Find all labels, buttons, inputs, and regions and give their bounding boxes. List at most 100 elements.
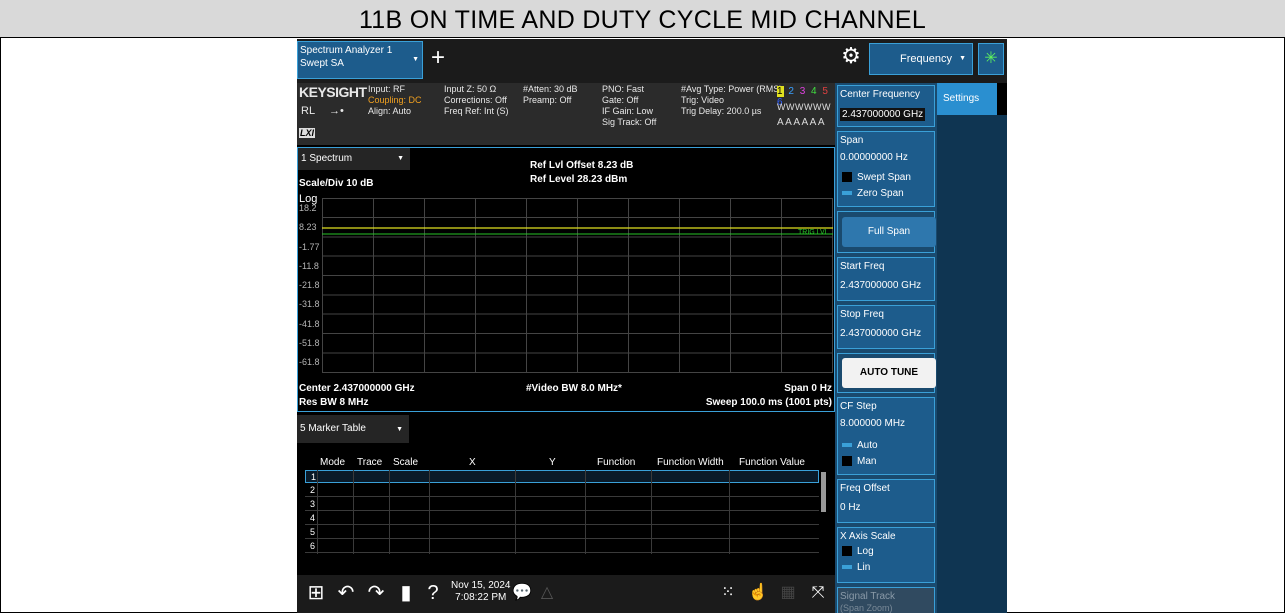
frequency-menu-label: Frequency bbox=[900, 53, 952, 65]
tab-settings[interactable]: Settings bbox=[937, 83, 997, 115]
span-value: 0.00000000 Hz bbox=[840, 152, 908, 163]
cf-step-label: CF Step bbox=[840, 401, 877, 412]
softkey-cf-step[interactable]: CF Step 8.000000 MHz Auto Man bbox=[837, 397, 935, 475]
trace-plot[interactable] bbox=[322, 198, 833, 373]
busy-spinner-icon[interactable]: ✳ bbox=[978, 43, 1004, 75]
marker-table-label: 5 Marker Table bbox=[300, 423, 366, 434]
status-pno: PNO: Fast bbox=[602, 84, 645, 94]
marker-table-window[interactable]: 5 Marker Table ▼ Mode Trace Scale X Y Fu… bbox=[297, 413, 835, 575]
y-tick-label: -51.8 bbox=[299, 338, 320, 348]
status-col-atten: #Atten: 30 dB Preamp: Off bbox=[523, 84, 578, 106]
softkey-span[interactable]: Span 0.00000000 Hz Swept Span Zero Span bbox=[837, 131, 935, 207]
video-bw-readout: #Video BW 8.0 MHz* bbox=[526, 383, 622, 394]
softkey-stop-freq[interactable]: Stop Freq 2.437000000 GHz bbox=[837, 305, 935, 349]
x-axis-scale-label: X Axis Scale bbox=[840, 531, 896, 542]
chevron-down-icon: ▼ bbox=[397, 155, 404, 162]
trace-types: WWWWWW bbox=[777, 102, 831, 112]
touch-icon[interactable]: ☝ bbox=[745, 579, 771, 609]
keypad-icon[interactable]: ⁙ bbox=[715, 579, 741, 609]
radio-off-icon bbox=[842, 172, 852, 183]
softkey-auto-tune-frame: AUTO TUNE bbox=[837, 353, 936, 393]
app-tab-mode: Swept SA bbox=[300, 58, 344, 69]
softkey-center-frequency[interactable]: Center Frequency 2.437000000 GHz bbox=[837, 85, 935, 127]
maximize-icon[interactable]: ⤧ bbox=[805, 579, 831, 609]
gear-icon[interactable]: ⚙ bbox=[839, 43, 863, 71]
status-col-corrections: Input Z: 50 Ω Corrections: Off Freq Ref:… bbox=[444, 84, 509, 117]
spectrum-window-label: 1 Spectrum bbox=[301, 153, 353, 164]
y-tick-label: 8.23 bbox=[299, 222, 317, 232]
plot-grid bbox=[322, 198, 833, 373]
trace-2[interactable]: 2 bbox=[788, 86, 795, 97]
spectrum-window[interactable]: 1 Spectrum ▼ Ref Lvl Offset 8.23 dB Ref … bbox=[297, 147, 835, 412]
zero-span-option[interactable]: Zero Span bbox=[842, 188, 904, 199]
status-coupling: Coupling: DC bbox=[368, 95, 422, 105]
full-span-button[interactable]: Full Span bbox=[842, 217, 936, 247]
undo-icon[interactable]: ↶ bbox=[333, 579, 359, 609]
cf-step-man-option[interactable]: Man bbox=[842, 456, 876, 467]
chevron-down-icon: ▼ bbox=[412, 56, 419, 63]
trace-1[interactable]: 1 bbox=[777, 86, 784, 97]
rl-indicator: RL bbox=[301, 105, 316, 117]
x-axis-lin-option[interactable]: Lin bbox=[842, 562, 870, 573]
res-bw-readout: Res BW 8 MHz bbox=[299, 397, 369, 408]
softkey-panel: Center Frequency 2.437000000 GHz Span 0.… bbox=[835, 83, 937, 613]
status-panel: KEYSIGHT RL →• LXI Input: RF Coupling: D… bbox=[297, 83, 837, 145]
right-menu-strip bbox=[937, 115, 1007, 613]
trigger-level-label: TRIG LVL bbox=[798, 229, 829, 236]
add-screen-button[interactable]: + bbox=[427, 46, 449, 72]
col-trace: Trace bbox=[357, 457, 383, 468]
start-freq-value: 2.437000000 GHz bbox=[840, 280, 922, 291]
status-col-input: Input: RF Coupling: DC Align: Auto bbox=[368, 84, 422, 117]
multi-window-icon[interactable]: ▦ bbox=[775, 579, 801, 609]
signal-track-label: Signal Track bbox=[840, 591, 896, 602]
redo-icon[interactable]: ↷ bbox=[363, 579, 389, 609]
y-tick-label: 18.2 bbox=[299, 203, 317, 213]
status-avg-type: #Avg Type: Power (RMS) bbox=[681, 84, 783, 94]
col-x: X bbox=[469, 457, 476, 468]
cf-step-auto-option[interactable]: Auto bbox=[842, 440, 878, 451]
x-axis-log-label: Log bbox=[857, 546, 874, 557]
radio-on-icon bbox=[842, 565, 852, 570]
softkey-start-freq[interactable]: Start Freq 2.437000000 GHz bbox=[837, 257, 935, 301]
spectrum-window-selector[interactable]: 1 Spectrum ▼ bbox=[298, 148, 410, 170]
swept-span-option[interactable]: Swept Span bbox=[842, 172, 911, 183]
auto-tune-button[interactable]: AUTO TUNE bbox=[842, 358, 936, 388]
status-freq-ref: Freq Ref: Int (S) bbox=[444, 106, 509, 116]
y-tick-label: -61.8 bbox=[299, 357, 320, 367]
status-gate: Gate: Off bbox=[602, 95, 639, 105]
y-tick-label: -21.8 bbox=[299, 280, 320, 290]
taskbar: ⊞ ↶ ↷ ▮ ? Nov 15, 2024 7:08:22 PM 💬 △ ⁙ … bbox=[297, 575, 835, 613]
keysight-logo: KEYSIGHT bbox=[299, 84, 367, 100]
trace-3[interactable]: 3 bbox=[800, 86, 807, 97]
trace-5[interactable]: 5 bbox=[822, 86, 829, 97]
sweep-readout: Sweep 100.0 ms (1001 pts) bbox=[705, 397, 832, 408]
marker-table-selector[interactable]: 5 Marker Table ▼ bbox=[297, 415, 409, 443]
col-mode: Mode bbox=[320, 457, 346, 468]
trace-4[interactable]: 4 bbox=[811, 86, 818, 97]
frequency-menu-button[interactable]: Frequency ▼ bbox=[869, 43, 973, 75]
app-tab-title: Spectrum Analyzer 1 bbox=[300, 45, 393, 56]
x-axis-log-option[interactable]: Log bbox=[842, 546, 874, 557]
message-icon[interactable]: 💬 bbox=[511, 579, 533, 609]
page-title: 11B ON TIME AND DUTY CYCLE MID CHANNEL bbox=[0, 0, 1285, 38]
taskbar-time: 7:08:22 PM bbox=[455, 592, 507, 603]
chevron-down-icon: ▼ bbox=[396, 426, 403, 433]
start-freq-label: Start Freq bbox=[840, 261, 885, 272]
app-tab[interactable]: Spectrum Analyzer 1 Swept SA ▼ bbox=[297, 41, 423, 79]
marker-table-body: 1 2 3 4 5 6 bbox=[305, 470, 826, 560]
y-tick-label: -31.8 bbox=[299, 299, 320, 309]
signal-track-sub: (Span Zoom) bbox=[840, 603, 893, 613]
cf-step-man-label: Man bbox=[857, 456, 877, 467]
table-scrollbar[interactable] bbox=[821, 472, 826, 512]
windows-icon[interactable]: ⊞ bbox=[303, 579, 329, 609]
center-frequency-value[interactable]: 2.437000000 GHz bbox=[840, 108, 926, 121]
col-scale: Scale bbox=[393, 457, 419, 468]
softkey-freq-offset[interactable]: Freq Offset 0 Hz bbox=[837, 479, 935, 523]
y-tick-label: -41.8 bbox=[299, 319, 320, 329]
stop-freq-value: 2.437000000 GHz bbox=[840, 328, 922, 339]
swept-span-label: Swept Span bbox=[857, 172, 911, 183]
file-icon[interactable]: ▮ bbox=[393, 579, 419, 609]
warning-icon: △ bbox=[540, 584, 554, 601]
help-icon[interactable]: ? bbox=[421, 579, 445, 609]
softkey-x-axis-scale[interactable]: X Axis Scale Log Lin bbox=[837, 527, 935, 583]
